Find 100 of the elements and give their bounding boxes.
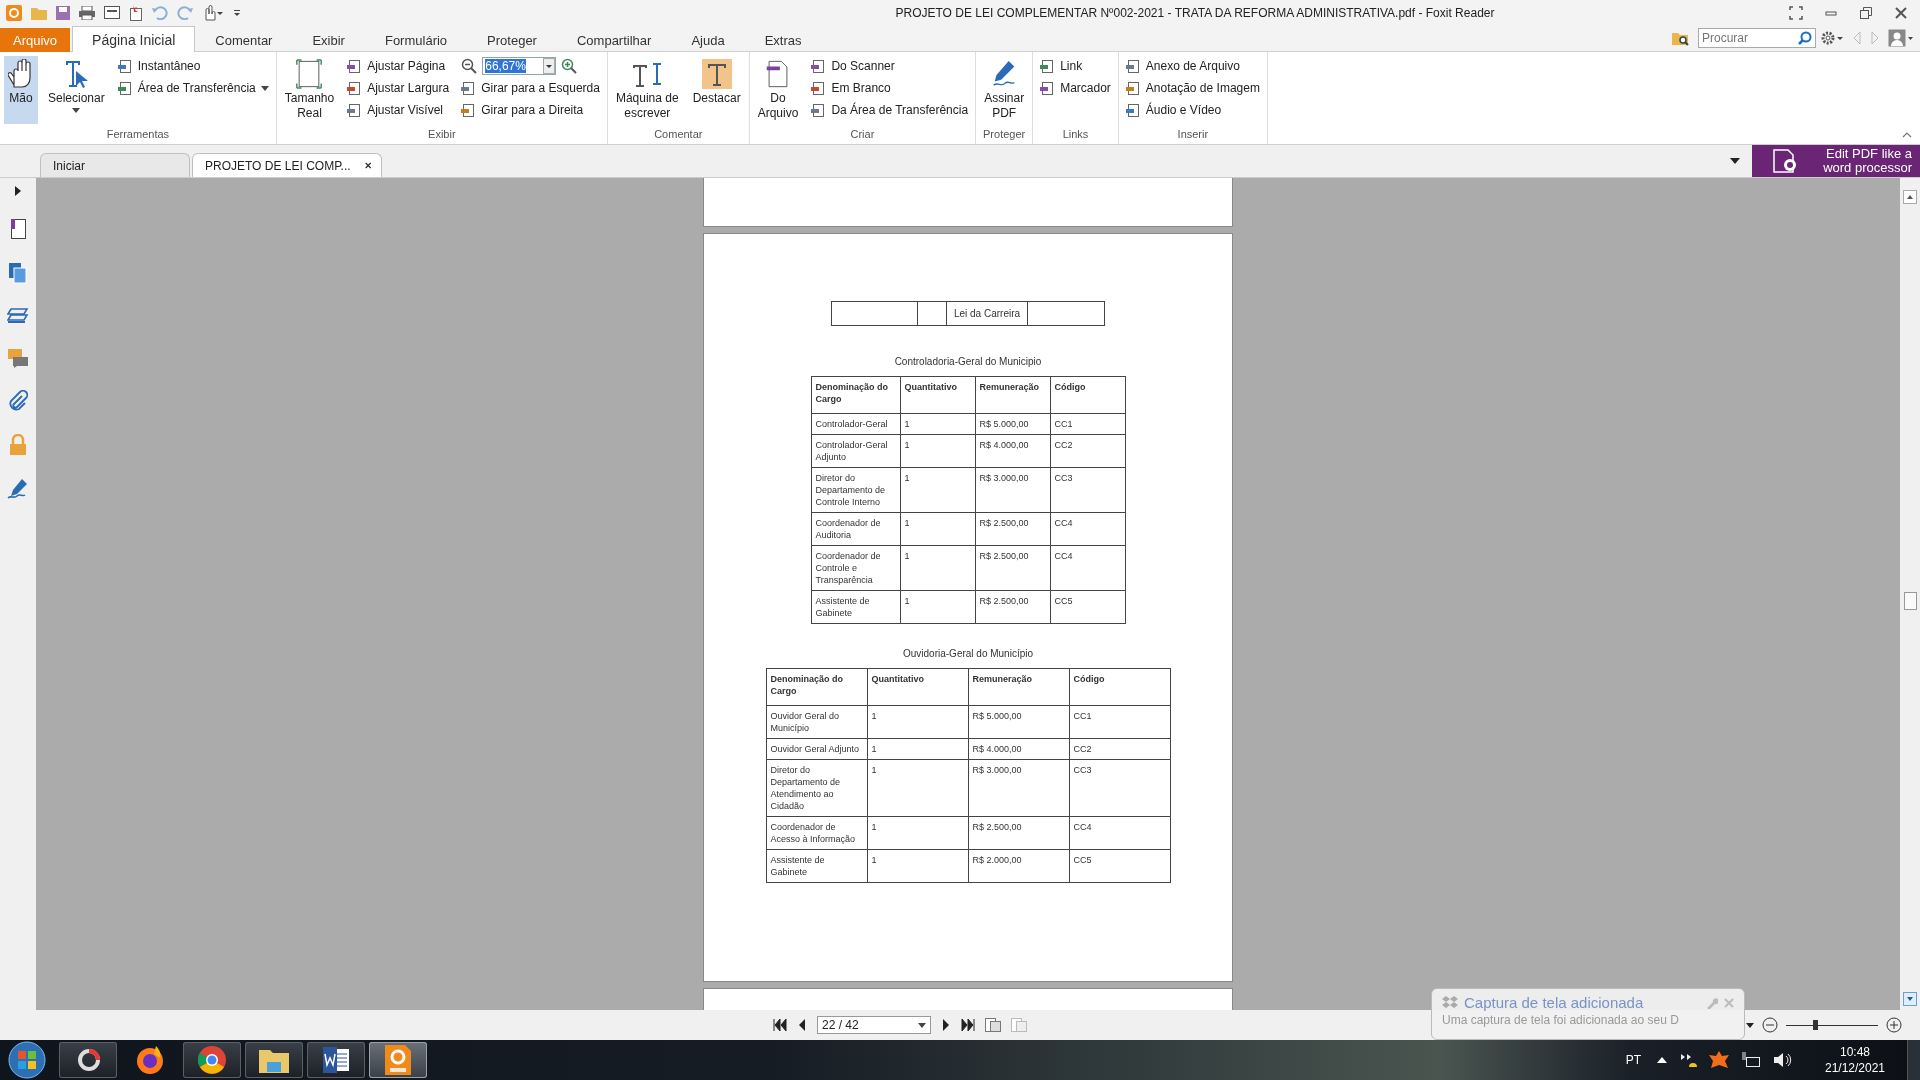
- save-icon[interactable]: [56, 5, 70, 20]
- zoom-in-icon[interactable]: [561, 58, 578, 74]
- comments-icon[interactable]: [7, 348, 29, 368]
- table-cell: 1: [900, 413, 975, 435]
- customize-caret-icon[interactable]: [233, 7, 241, 18]
- tab-list-caret-icon[interactable]: [1730, 158, 1740, 164]
- ribbon-button[interactable]: Marcador: [1037, 78, 1114, 98]
- edit-pdf-banner[interactable]: Edit PDF like a word processor: [1752, 145, 1920, 177]
- layers-icon[interactable]: [7, 306, 29, 326]
- scroll-down-icon[interactable]: [1903, 992, 1917, 1006]
- taskbar-app[interactable]: [59, 1042, 117, 1078]
- taskbar-app[interactable]: [183, 1042, 241, 1078]
- slider-thumb[interactable]: [1812, 1020, 1818, 1030]
- menu-tab[interactable]: Exibir: [292, 28, 365, 52]
- settings-icon[interactable]: [1820, 30, 1844, 46]
- ribbon-button[interactable]: Ajustar Visível: [344, 100, 453, 120]
- menu-tab[interactable]: Compartilhar: [556, 28, 672, 52]
- bookmark-icon[interactable]: [8, 218, 28, 240]
- ribbon-button[interactable]: Áudio e Vídeo: [1122, 100, 1263, 120]
- ribbon-button[interactable]: Anotação de Imagem: [1122, 78, 1263, 98]
- menu-tab[interactable]: Formulário: [364, 28, 468, 52]
- column-header: Quantitativo: [900, 376, 975, 414]
- caret-icon[interactable]: [918, 1022, 926, 1028]
- ribbon-button[interactable]: Do Arquivo: [753, 56, 803, 124]
- close-icon[interactable]: [364, 161, 371, 170]
- document-icon: [1040, 80, 1056, 96]
- start-button[interactable]: [8, 1041, 46, 1079]
- table-cell: CC1: [1050, 413, 1125, 435]
- sync-icon[interactable]: [1679, 1051, 1697, 1069]
- zoom-caret-icon[interactable]: [1746, 1022, 1754, 1028]
- ribbon-button[interactable]: Destacar: [688, 56, 745, 124]
- zoom-field[interactable]: 66,67%: [482, 57, 557, 75]
- menu-tab[interactable]: Ajuda: [671, 28, 745, 52]
- zoom-out-icon[interactable]: [461, 58, 478, 74]
- menu-tab[interactable]: Proteger: [467, 28, 557, 52]
- user-icon[interactable]: [1888, 29, 1914, 47]
- hand-dropdown-icon[interactable]: [202, 4, 224, 21]
- menu-tab[interactable]: Comentar: [195, 28, 293, 52]
- table-cell: CC3: [1050, 467, 1125, 513]
- ribbon-button[interactable]: Tamanho Real: [280, 56, 339, 124]
- zoom-slider[interactable]: [1786, 1018, 1878, 1032]
- new-document-icon[interactable]: [129, 4, 143, 21]
- caret-icon[interactable]: [543, 58, 556, 74]
- browser-icon: [197, 1045, 227, 1075]
- folder-search-icon[interactable]: [1672, 30, 1690, 46]
- show-hidden-icon[interactable]: [1657, 1057, 1667, 1063]
- ribbon-button[interactable]: Girar para a Esquerda: [458, 78, 603, 98]
- close-icon[interactable]: [1894, 5, 1908, 20]
- page-field[interactable]: 22 / 42: [817, 1016, 931, 1034]
- taskbar-app[interactable]: [245, 1042, 303, 1078]
- ribbon-button[interactable]: Ajustar Largura: [344, 78, 453, 98]
- ribbon-button[interactable]: Mão: [4, 56, 38, 124]
- ribbon-button[interactable]: Anexo de Arquivo: [1122, 56, 1263, 76]
- document-icon: [811, 80, 827, 96]
- ribbon-button[interactable]: Link: [1037, 56, 1114, 76]
- zoom-in-icon[interactable]: [1886, 1017, 1902, 1033]
- ribbon-button[interactable]: Em Branco: [808, 78, 972, 98]
- ribbon-button[interactable]: Da Área de Transferência: [808, 100, 972, 120]
- ribbon-button[interactable]: Instantâneo: [114, 56, 272, 76]
- table-cell: R$ 2.500,00: [975, 512, 1050, 546]
- hand-icon: [8, 59, 34, 89]
- previous-view-icon[interactable]: [985, 1018, 1001, 1032]
- restore-icon[interactable]: [1859, 5, 1873, 20]
- previous-page-icon[interactable]: [797, 1018, 807, 1032]
- ribbon-button[interactable]: Selecionar: [44, 56, 109, 124]
- table-cell: R$ 5.000,00: [968, 705, 1069, 739]
- table-cell: CC2: [1069, 738, 1170, 760]
- menu-tab[interactable]: Página Inicial: [72, 26, 196, 52]
- ribbon-button[interactable]: Ajustar Página: [344, 56, 453, 76]
- document-icon: [461, 102, 477, 118]
- document-tab[interactable]: PROJETO DE LEI COMP...: [192, 153, 382, 177]
- language-indicator[interactable]: PT: [1625, 1053, 1641, 1067]
- ribbon-button[interactable]: Área de Transferência: [114, 78, 272, 98]
- expand-arrow-icon[interactable]: [14, 186, 22, 196]
- volume-icon[interactable]: [1773, 1051, 1793, 1069]
- table-cell: CC4: [1050, 545, 1125, 591]
- next-page-icon[interactable]: [941, 1018, 951, 1032]
- ribbon-button[interactable]: Máquina de escrever: [611, 56, 683, 124]
- last-page-icon[interactable]: [961, 1018, 975, 1032]
- ribbon-button[interactable]: Assinar PDF: [980, 56, 1029, 124]
- ribbon-button[interactable]: Girar para a Direita: [458, 100, 603, 120]
- scrollbar-thumb[interactable]: [1903, 592, 1917, 610]
- network-icon[interactable]: [1741, 1051, 1761, 1069]
- search-field[interactable]: Procurar: [1698, 28, 1816, 48]
- taskbar-app[interactable]: [307, 1042, 365, 1078]
- first-page-icon[interactable]: [773, 1018, 787, 1032]
- document-tab[interactable]: Iniciar: [40, 153, 190, 177]
- menu-tab[interactable]: Extras: [744, 28, 822, 52]
- group-label: Comentar: [653, 128, 704, 142]
- ribbon-button[interactable]: Do Scanner: [808, 56, 972, 76]
- print-icon[interactable]: [79, 5, 95, 20]
- collapse-ribbon-icon[interactable]: [1902, 132, 1912, 138]
- scroll-up-icon[interactable]: [1903, 190, 1917, 204]
- fullscreen-icon[interactable]: [1789, 5, 1803, 20]
- zoom-out-icon[interactable]: [1762, 1017, 1778, 1033]
- paperclip-icon[interactable]: [8, 390, 28, 412]
- signature-icon[interactable]: [7, 478, 29, 500]
- table-cell: R$ 5.000,00: [975, 413, 1050, 435]
- taskbar-app[interactable]: [369, 1042, 427, 1078]
- pages-icon[interactable]: [8, 262, 28, 284]
